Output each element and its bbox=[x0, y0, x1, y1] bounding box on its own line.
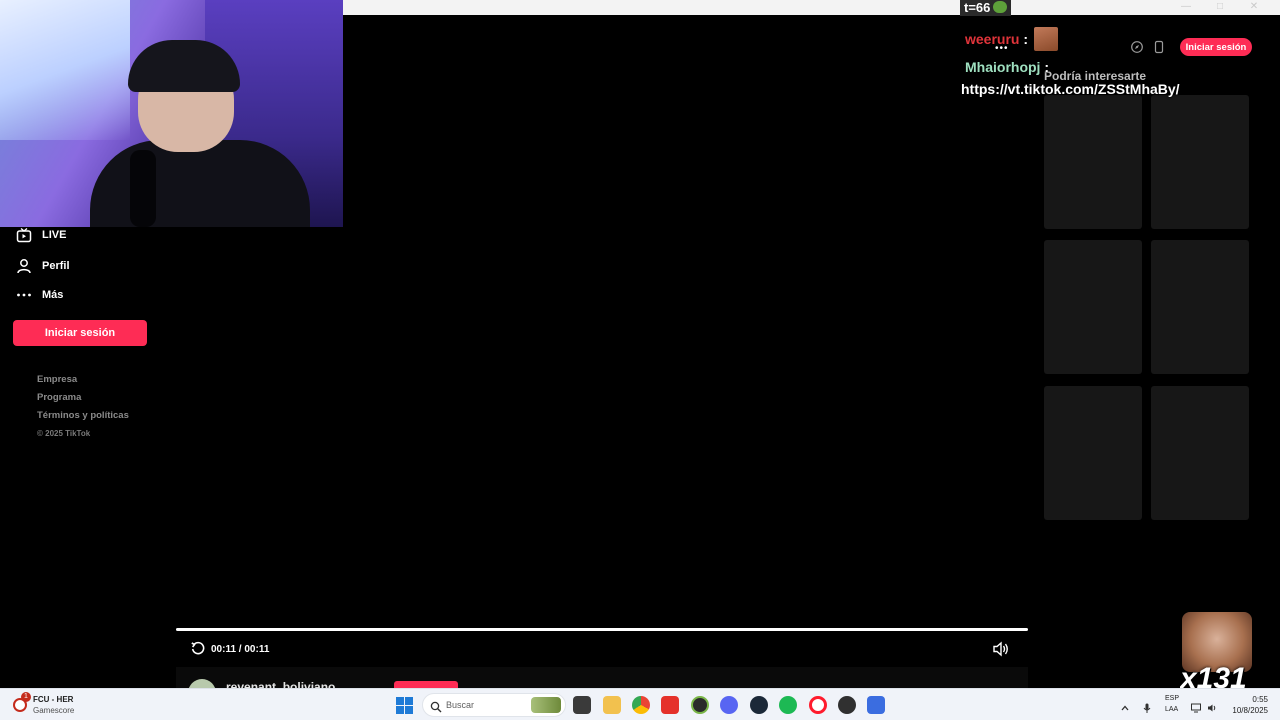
header-actions: Iniciar sesión bbox=[1124, 36, 1256, 58]
footer-link-terms[interactable]: Términos y políticas bbox=[37, 410, 129, 428]
emote-combo: x131 bbox=[1180, 612, 1254, 688]
clock-time[interactable]: 0:55 bbox=[1252, 695, 1268, 704]
minimize-icon[interactable]: — bbox=[1180, 1, 1192, 13]
chrome-icon[interactable] bbox=[632, 696, 650, 714]
video-time: 00:11 / 00:11 bbox=[211, 644, 270, 655]
taskbar: 1 FCU - HER Gamescore Buscar ESP LAA 0:5… bbox=[0, 688, 1280, 720]
discord-icon[interactable] bbox=[720, 696, 738, 714]
more-dots-icon bbox=[16, 287, 32, 303]
video-progress-bar[interactable] bbox=[176, 628, 1028, 631]
follow-button[interactable] bbox=[394, 681, 458, 688]
author-name[interactable]: revenant_boliviano bbox=[226, 680, 335, 688]
recommendations-grid bbox=[1044, 95, 1250, 521]
sidebar-login-button[interactable]: Iniciar sesión bbox=[13, 320, 147, 346]
video-info-row: revenant_boliviano bbox=[176, 667, 1028, 688]
chat-username: weeruru bbox=[965, 31, 1020, 47]
clock-date[interactable]: 10/8/2025 bbox=[1232, 706, 1268, 715]
volume-icon[interactable] bbox=[992, 641, 1010, 657]
window-controls: — □ ✕ bbox=[1180, 1, 1260, 13]
video-tile[interactable] bbox=[1151, 95, 1249, 229]
webcam-overlay bbox=[0, 0, 343, 227]
speaker-icon[interactable] bbox=[1207, 700, 1217, 712]
chat-username: Mhaiorhopj bbox=[965, 59, 1041, 75]
copyright: © 2025 TikTok bbox=[37, 429, 91, 438]
input-language-layout[interactable]: LAA bbox=[1165, 706, 1178, 713]
taskbar-search[interactable]: Buscar bbox=[422, 693, 566, 717]
header-login-button[interactable]: Iniciar sesión bbox=[1180, 38, 1252, 56]
input-language[interactable]: ESP bbox=[1165, 695, 1179, 702]
compass-icon[interactable] bbox=[1130, 40, 1144, 54]
windows-start-icon[interactable] bbox=[396, 697, 413, 714]
search-highlight-icon bbox=[531, 697, 561, 713]
opera-icon[interactable] bbox=[809, 696, 827, 714]
sidebar-item-live[interactable]: LIVE bbox=[16, 225, 66, 245]
file-manager-icon[interactable] bbox=[573, 696, 591, 714]
video-tile[interactable] bbox=[1151, 386, 1249, 520]
microphone bbox=[130, 150, 156, 227]
blue-app-icon[interactable] bbox=[867, 696, 885, 714]
obs-icon[interactable] bbox=[838, 696, 856, 714]
chevron-up-icon[interactable] bbox=[1120, 700, 1130, 711]
red-app-icon[interactable] bbox=[661, 696, 679, 714]
replay-icon[interactable] bbox=[190, 641, 206, 657]
chat-emote-icon bbox=[1034, 27, 1058, 51]
sidebar-item-more[interactable]: Más bbox=[16, 285, 63, 305]
video-tile[interactable] bbox=[1044, 386, 1142, 520]
microphone-icon[interactable] bbox=[1142, 700, 1152, 713]
network-icon[interactable] bbox=[1191, 700, 1201, 713]
video-tile[interactable] bbox=[1044, 240, 1142, 374]
phone-icon[interactable] bbox=[1152, 40, 1166, 54]
close-icon[interactable]: ✕ bbox=[1248, 1, 1260, 13]
video-tile[interactable] bbox=[1151, 240, 1249, 374]
footer-link-company[interactable]: Empresa bbox=[37, 374, 129, 392]
stream-counter: t=66 bbox=[960, 0, 1012, 16]
search-placeholder: Buscar bbox=[446, 700, 475, 710]
profile-icon bbox=[16, 258, 32, 274]
sidebar-item-profile[interactable]: Perfil bbox=[16, 256, 70, 276]
live-tv-icon bbox=[16, 227, 32, 243]
chat-message-text: https://vt.tiktok.com/ZSStMhaBy/ bbox=[961, 81, 1180, 97]
search-icon bbox=[430, 700, 442, 713]
xbox-icon[interactable] bbox=[691, 696, 709, 714]
maximize-icon[interactable]: □ bbox=[1214, 1, 1226, 13]
typing-dots-icon: ••• bbox=[995, 43, 1009, 54]
spotify-icon[interactable] bbox=[779, 696, 797, 714]
footer-link-program[interactable]: Programa bbox=[37, 392, 129, 410]
footer-links: Empresa Programa Términos y políticas © … bbox=[37, 374, 129, 446]
game-title[interactable]: FCU - HER bbox=[33, 695, 73, 704]
folder-icon[interactable] bbox=[603, 696, 621, 714]
avatar[interactable] bbox=[188, 679, 216, 688]
emote-count: x131 bbox=[1180, 662, 1247, 689]
game-subtitle: Gamescore bbox=[33, 706, 75, 715]
video-tile[interactable] bbox=[1044, 95, 1142, 229]
steam-icon[interactable] bbox=[750, 696, 768, 714]
chat-message: Mhaiorhopj : bbox=[965, 59, 1049, 75]
notification-badge: 1 bbox=[21, 692, 31, 702]
frog-emote-icon bbox=[993, 1, 1008, 13]
video-controls: 00:11 / 00:11 bbox=[176, 636, 1028, 662]
